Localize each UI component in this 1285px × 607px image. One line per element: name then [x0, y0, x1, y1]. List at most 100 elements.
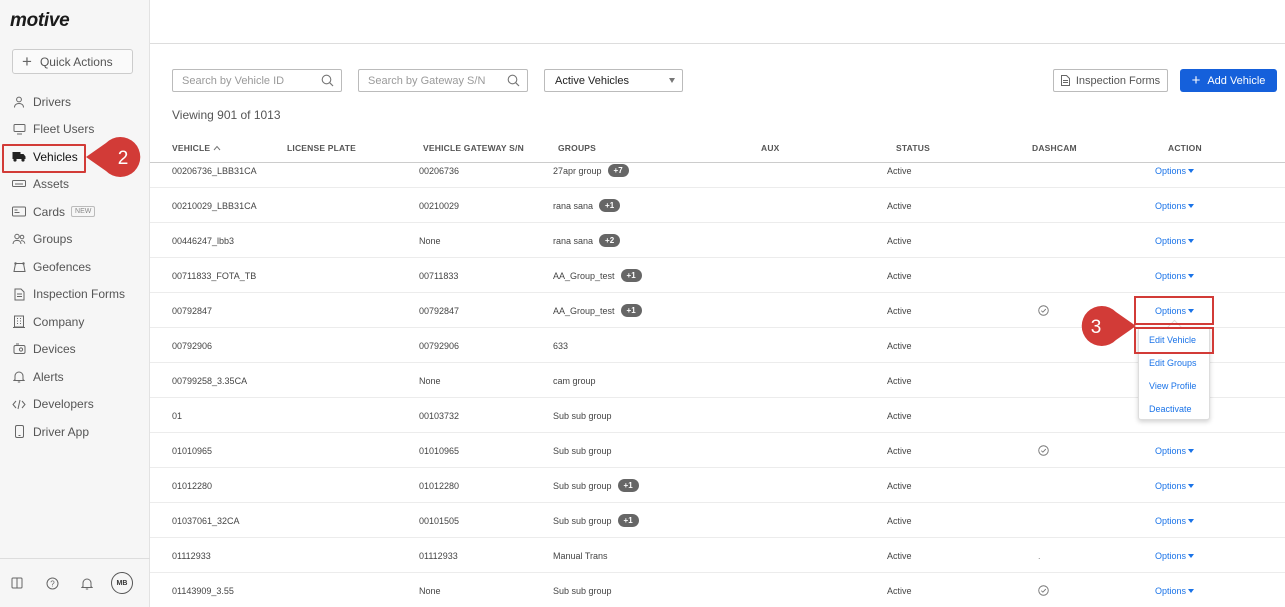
table-row[interactable]: 00206736_LBB31CA 00206736 27apr group +7 Act…: [150, 163, 1285, 188]
sidebar-item-label: Inspection Forms: [33, 287, 126, 302]
vehicle-id-cell-text: 00210029_LBB31CA: [172, 200, 257, 211]
gateway-cell: 01112933: [419, 538, 458, 573]
options-label: Options: [1155, 305, 1187, 316]
options-dropdown[interactable]: Options: [1155, 433, 1195, 468]
table-row[interactable]: 01012280 01012280 Sub sub group +1 Active Opt…: [150, 468, 1285, 503]
gateway-cell: None: [419, 223, 441, 258]
vehicle-id-cell-text: 01: [172, 410, 183, 421]
sidebar-item-inspection-forms[interactable]: Inspection Forms: [0, 281, 150, 309]
groups-cell-text: Sub sub group: [553, 445, 612, 456]
groups-cell: AA_Group_test +1: [553, 293, 642, 328]
options-dropdown[interactable]: Options: [1155, 188, 1195, 223]
options-dropdown[interactable]: Options: [1155, 468, 1195, 503]
menu-item-edit-groups[interactable]: Edit Groups: [1139, 351, 1209, 374]
sidebar-item-drivers[interactable]: Drivers: [0, 88, 150, 116]
options-dropdown[interactable]: Options: [1155, 503, 1195, 538]
status-cell-text: Active: [887, 550, 912, 561]
column-header-vehicle[interactable]: VEHICLE: [172, 143, 221, 153]
options-dropdown[interactable]: Options: [1155, 538, 1195, 573]
table-row[interactable]: 00210029_LBB31CA 00210029 rana sana +1 Activ…: [150, 188, 1285, 223]
notification-bell-icon[interactable]: [80, 576, 94, 590]
sidebar-item-cards[interactable]: Cards NEW: [0, 198, 150, 226]
options-dropdown[interactable]: Options: [1155, 258, 1195, 293]
group-count-badge[interactable]: +2: [599, 234, 621, 247]
chevron-down-icon: [1188, 273, 1195, 278]
dashcam-mark: .: [1038, 550, 1041, 561]
groups-cell: rana sana +1: [553, 188, 621, 223]
table-row[interactable]: 01 00103732 Sub sub group Active: [150, 398, 1285, 433]
options-dropdown[interactable]: Options: [1155, 573, 1195, 607]
sidebar-item-groups[interactable]: Groups: [0, 226, 150, 254]
sidebar-item-driver-app[interactable]: Driver App: [0, 418, 150, 446]
book-icon[interactable]: [10, 576, 24, 590]
table-row[interactable]: 01112933 01112933 Manual Trans Active. Optio…: [150, 538, 1285, 573]
options-dropdown[interactable]: Options: [1155, 163, 1195, 188]
groups-cell-text: 633: [553, 340, 569, 351]
help-icon[interactable]: ?: [45, 576, 59, 590]
bell-icon: [12, 370, 26, 384]
groups-cell: Sub sub group: [553, 573, 612, 607]
vehicle-search-input[interactable]: [182, 74, 302, 87]
sidebar-item-label: Fleet Users: [33, 122, 95, 137]
viewing-count: Viewing 901 of 1013: [172, 108, 281, 122]
add-vehicle-label: Add Vehicle: [1207, 74, 1266, 87]
vehicle-search-field[interactable]: [172, 69, 342, 92]
table-row[interactable]: 00446247_lbb3 None rana sana +2 Active Option…: [150, 223, 1285, 258]
groups-cell-text: Manual Trans: [553, 550, 608, 561]
status-cell-text: Active: [887, 585, 912, 596]
status-cell-text: Active: [887, 340, 912, 351]
document-icon: [12, 287, 26, 301]
add-vehicle-button[interactable]: + Add Vehicle: [1180, 69, 1277, 92]
menu-item-edit-vehicle[interactable]: Edit Vehicle: [1139, 328, 1209, 351]
status-cell: Active: [887, 503, 912, 538]
table-row[interactable]: 01010965 01010965 Sub sub group Active Optio…: [150, 433, 1285, 468]
vehicle-status-value: Active Vehicles: [555, 74, 629, 87]
group-count-badge[interactable]: +1: [620, 304, 642, 317]
status-cell: Active: [887, 293, 912, 328]
gateway-search-field[interactable]: [358, 69, 528, 92]
table-row[interactable]: 01037061_32CA 00101505 Sub sub group +1 Acti…: [150, 503, 1285, 538]
table-row[interactable]: 00711833_FOTA_TB 00711833 AA_Group_test +1 A…: [150, 258, 1285, 293]
search-icon: [321, 74, 334, 87]
step-3-number: 3: [1091, 317, 1102, 338]
group-count-badge[interactable]: +1: [599, 199, 621, 212]
table-row[interactable]: 01143909_3.55 None Sub sub group Active Opti…: [150, 573, 1285, 607]
vehicle-id-cell-text: 00799258_3.35CA: [172, 375, 248, 386]
options-dropdown[interactable]: Options: [1155, 223, 1195, 258]
step-2-number: 2: [118, 148, 129, 169]
sidebar-item-geofences[interactable]: Geofences: [0, 253, 150, 281]
table-row[interactable]: 00799258_3.35CA None cam group Active: [150, 363, 1285, 398]
sidebar-item-developers[interactable]: Developers: [0, 391, 150, 419]
group-count-badge[interactable]: +1: [617, 479, 639, 492]
check-circle-icon: [1038, 305, 1049, 316]
sidebar-item-label: Alerts: [33, 369, 64, 384]
status-cell-text: Active: [887, 270, 912, 281]
group-count-badge[interactable]: +7: [607, 164, 629, 177]
sidebar-item-label: Devices: [33, 342, 76, 357]
sidebar-footer: ? MB: [0, 558, 150, 607]
sidebar-item-alerts[interactable]: Alerts: [0, 363, 150, 391]
quick-actions-button[interactable]: + Quick Actions: [12, 49, 133, 74]
gateway-cell-text: None: [419, 235, 441, 246]
gateway-search-input[interactable]: [368, 74, 488, 87]
sidebar-item-devices[interactable]: Devices: [0, 336, 150, 364]
quick-actions-label: Quick Actions: [39, 54, 113, 69]
vehicle-id-cell: 00206736_LBB31CA: [172, 163, 257, 188]
avatar[interactable]: MB: [111, 572, 133, 594]
chevron-down-icon: [669, 78, 675, 83]
group-count-badge[interactable]: +1: [617, 514, 639, 527]
vehicle-id-cell: 01012280: [172, 468, 212, 503]
inspection-forms-button[interactable]: Inspection Forms: [1053, 69, 1168, 92]
menu-item-view-profile[interactable]: View Profile: [1139, 374, 1209, 397]
group-count-badge[interactable]: +1: [620, 269, 642, 282]
menu-item-deactivate[interactable]: Deactivate: [1139, 397, 1209, 420]
motive-logo[interactable]: motive: [10, 10, 70, 32]
vehicle-id-cell: 01143909_3.55: [172, 573, 234, 607]
sidebar-item-company[interactable]: Company: [0, 308, 150, 336]
options-dropdown-menu: Edit Vehicle Edit Groups View Profile De…: [1138, 327, 1210, 420]
column-header-aux: AUX: [761, 143, 780, 153]
vehicle-status-select[interactable]: Active Vehicles: [544, 69, 683, 92]
gateway-cell: None: [419, 363, 441, 398]
status-cell-text: Active: [887, 515, 912, 526]
card-icon: [12, 205, 26, 219]
